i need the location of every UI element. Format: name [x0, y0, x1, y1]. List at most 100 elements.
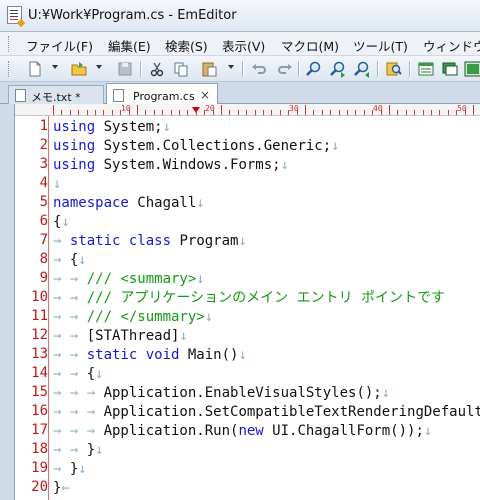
whitespace-marker: ↓ [204, 309, 214, 325]
line-number: 17 [31, 422, 48, 438]
code-comment: /// </summary> [86, 309, 205, 325]
code-keyword: void [145, 347, 180, 363]
emeditor-app-icon[interactable] [7, 6, 26, 28]
line-number-gutter[interactable]: 1 2 3 4 5 6 7 8 9 10 11 12 13 14 15 16 17 18 19 20 [15, 116, 48, 500]
toolbar-separator [140, 61, 142, 77]
editor-pane[interactable]: 10 20 30 40 50 1 2 3 4 5 6 7 8 9 10 11 12 13 14 15 16 17… [14, 104, 480, 500]
line-number: 16 [31, 403, 48, 419]
new-file-icon[interactable] [26, 60, 44, 78]
code-line[interactable]: using System.Collections.Generic;↓ [53, 137, 340, 156]
cut-icon[interactable] [148, 60, 166, 78]
code-line[interactable]: → → }↓ [53, 441, 104, 460]
code-keyword: namespace [53, 195, 129, 211]
code-line[interactable]: → → static void Main()↓ [53, 346, 247, 365]
whitespace-marker: → → [53, 328, 87, 344]
code-line[interactable]: }← [53, 479, 70, 498]
line-number: 9 [39, 270, 48, 286]
whitespace-marker: → [53, 233, 70, 249]
code-line[interactable]: namespace Chagall↓ [53, 194, 205, 213]
code-keyword: using [53, 157, 96, 173]
cascade-windows-icon[interactable] [441, 60, 459, 78]
code-area[interactable]: using System;↓ using System.Collections.G… [53, 116, 480, 500]
ruler-tick [221, 105, 222, 115]
new-file-dropdown-icon[interactable] [52, 65, 58, 69]
line-number: 3 [39, 156, 48, 172]
code-line[interactable]: → → → Application.Run(new UI.ChagallForm… [53, 422, 432, 441]
paste-icon[interactable] [200, 60, 218, 78]
whitespace-marker: ↓ [162, 119, 172, 135]
code-line[interactable]: → → /// アプリケーションのメイン エントリ ポイントです [53, 289, 445, 308]
code-token: Chagall [128, 195, 197, 211]
menu-window[interactable]: ウィンドウ [423, 36, 480, 55]
code-line[interactable]: → → /// </summary>↓ [53, 308, 213, 327]
code-line[interactable]: → static class Program↓ [53, 232, 247, 251]
whitespace-marker: ↓ [95, 442, 104, 458]
toolbar-grip[interactable] [8, 61, 12, 77]
code-line[interactable]: using System;↓ [53, 118, 171, 137]
find-in-files-icon[interactable] [385, 60, 403, 78]
menu-view[interactable]: 表示(V) [222, 36, 265, 55]
ruler-tick [53, 105, 54, 115]
save-icon[interactable] [116, 60, 134, 78]
whitespace-marker: ↓ [61, 214, 70, 230]
whitespace-marker: ↓ [53, 176, 62, 192]
open-folder-icon[interactable] [70, 60, 88, 78]
whitespace-marker: ↓ [95, 366, 104, 382]
open-dropdown-icon[interactable] [96, 65, 102, 69]
code-token: System; [95, 119, 163, 135]
undo-icon[interactable] [250, 60, 268, 78]
whitespace-marker: ↓ [78, 252, 87, 268]
ruler-tick [305, 105, 306, 115]
code-line[interactable]: {↓ [53, 213, 70, 232]
find-previous-icon[interactable] [353, 60, 371, 78]
whitespace-marker: ← [61, 480, 70, 496]
whitespace-marker: ↓ [238, 347, 247, 363]
code-token: UI.ChagallForm()); [263, 423, 424, 439]
code-keyword: using [53, 138, 96, 154]
window-list-icon[interactable] [417, 60, 435, 78]
find-icon[interactable] [305, 60, 323, 78]
code-token: Program [171, 233, 239, 249]
close-icon[interactable]: × [200, 88, 210, 102]
code-line[interactable]: → }↓ [53, 460, 87, 479]
tile-windows-icon[interactable] [464, 60, 480, 78]
code-line[interactable]: → → /// <summary>↓ [53, 270, 205, 289]
menu-search[interactable]: 検索(S) [165, 36, 208, 55]
window-title: U:¥Work¥Program.cs - EmEditor [28, 8, 237, 23]
line-number: 20 [31, 479, 48, 495]
menu-tools[interactable]: ツール(T) [353, 36, 408, 55]
copy-icon[interactable] [172, 60, 190, 78]
whitespace-marker: ↓ [238, 233, 247, 249]
code-token: [STAThread] [86, 328, 180, 344]
line-number: 19 [31, 460, 48, 476]
menu-edit[interactable]: 編集(E) [108, 36, 151, 55]
menu-macro[interactable]: マクロ(M) [281, 36, 339, 55]
code-line[interactable]: ↓ [53, 175, 61, 194]
title-bar: U:¥Work¥Program.cs - EmEditor [0, 0, 480, 32]
paste-dropdown-icon[interactable] [228, 65, 234, 69]
code-line[interactable]: → → → Application.SetCompatibleTextRende… [53, 403, 480, 422]
tab-program-cs[interactable]: Program.cs × [106, 83, 218, 105]
line-number: 6 [39, 213, 48, 229]
line-number: 2 [39, 137, 48, 153]
code-line[interactable]: → → → Application.EnableVisualStyles();↓ [53, 384, 390, 403]
whitespace-marker: → → [53, 366, 87, 382]
code-line[interactable]: using System.Windows.Forms;↓ [53, 156, 289, 175]
menu-bar: ファイル(F) 編集(E) 検索(S) 表示(V) マクロ(M) ツール(T) … [0, 32, 480, 56]
find-next-icon[interactable] [329, 60, 347, 78]
gutter-divider [48, 116, 49, 500]
code-line[interactable]: → {↓ [53, 251, 87, 270]
menu-bar-grip[interactable] [8, 36, 12, 52]
whitespace-marker: → [53, 461, 70, 477]
code-token: Application.EnableVisualStyles(); [103, 385, 382, 401]
menu-file[interactable]: ファイル(F) [26, 36, 93, 55]
redo-icon[interactable] [276, 60, 294, 78]
code-line[interactable]: → → {↓ [53, 365, 104, 384]
tab-memo-txt[interactable]: メモ.txt * [8, 85, 104, 104]
whitespace-marker: → [53, 252, 70, 268]
code-line[interactable]: → → [STAThread]↓ [53, 327, 188, 346]
column-ruler: 10 20 30 40 50 [15, 104, 480, 116]
code-token: Application.SetCompatibleTextRenderingDe… [103, 404, 480, 420]
whitespace-marker: → → [53, 290, 87, 306]
